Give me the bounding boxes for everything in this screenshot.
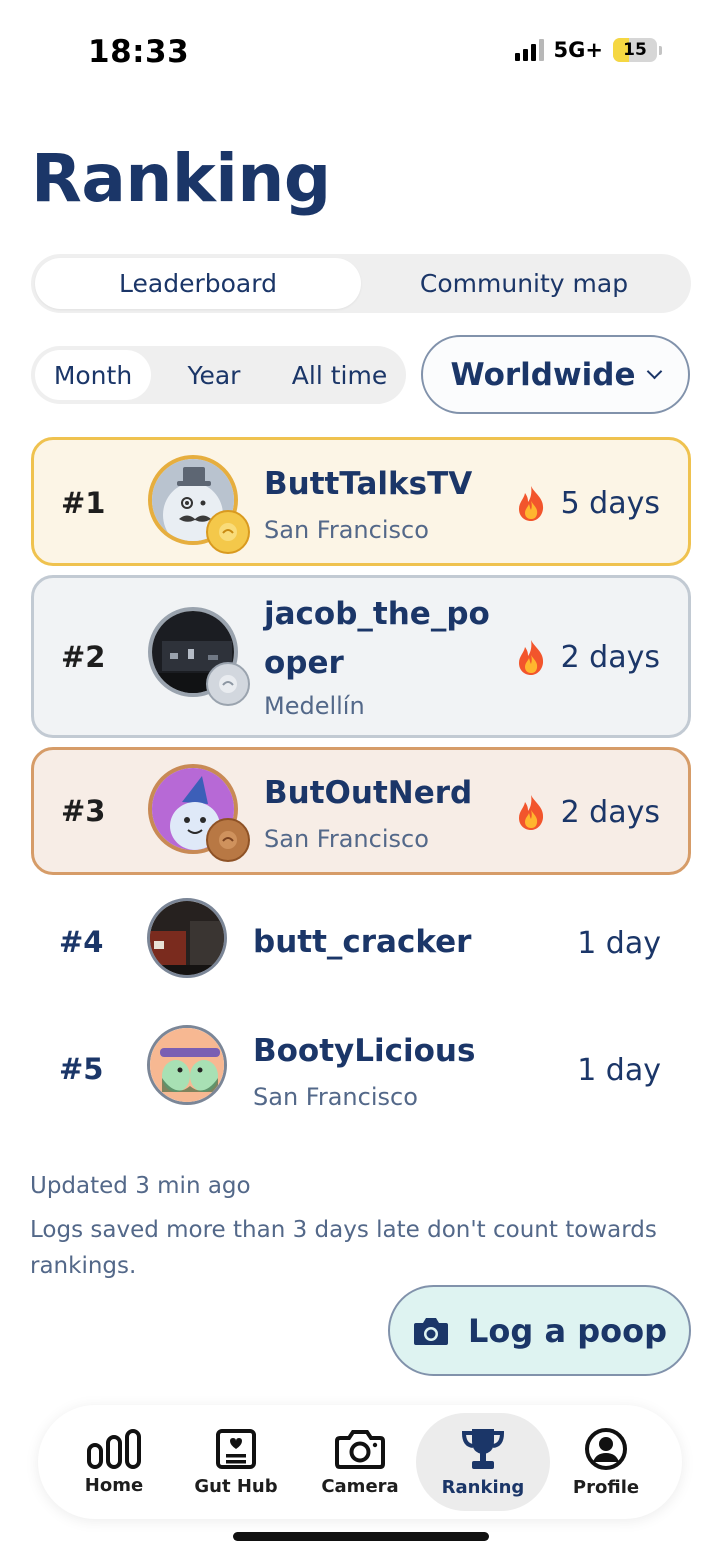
streak-days: 1 day bbox=[577, 926, 661, 961]
leaderboard-row-4[interactable]: #4 butt_cracker 1 day bbox=[31, 893, 691, 993]
avatar[interactable] bbox=[147, 1025, 227, 1105]
leaderboard-row-2[interactable]: #2 jacob_the_po oper Medellín 2 days bbox=[31, 575, 691, 738]
username-line-1[interactable]: jacob_the_po bbox=[264, 592, 490, 636]
tab-home[interactable]: Home bbox=[50, 1405, 178, 1519]
chevron-down-icon bbox=[647, 363, 663, 380]
updated-timestamp: Updated 3 min ago bbox=[30, 1173, 251, 1199]
tab-label: Ranking bbox=[441, 1476, 525, 1498]
view-segmented-control: Leaderboard Community map bbox=[31, 254, 691, 313]
tab-gut-hub[interactable]: Gut Hub bbox=[172, 1405, 300, 1519]
tab-label: Home bbox=[84, 1474, 144, 1496]
home-indicator bbox=[233, 1532, 489, 1541]
fire-icon bbox=[518, 640, 543, 675]
tab-label: Camera bbox=[321, 1475, 399, 1497]
status-bar: 18:33 5G+ 15 bbox=[0, 0, 720, 100]
user-city: San Francisco bbox=[253, 1083, 418, 1111]
bronze-medal-icon bbox=[206, 818, 250, 862]
user-city: San Francisco bbox=[264, 516, 429, 544]
tab-leaderboard[interactable]: Leaderboard bbox=[35, 258, 361, 309]
user-city: Medellín bbox=[264, 692, 365, 720]
streak-days: 1 day bbox=[577, 1053, 661, 1088]
leaderboard-row-5[interactable]: #5 BootyLicious San Francisco 1 day bbox=[31, 1020, 691, 1120]
tab-label: Profile bbox=[572, 1476, 640, 1498]
rank-number: #3 bbox=[61, 794, 106, 828]
tab-profile[interactable]: Profile bbox=[542, 1405, 670, 1519]
tab-ranking[interactable]: Ranking bbox=[416, 1413, 550, 1511]
username-line-2[interactable]: oper bbox=[264, 641, 344, 685]
rank-number: #2 bbox=[61, 640, 106, 674]
rank-number: #5 bbox=[59, 1052, 104, 1086]
profile-icon bbox=[585, 1427, 627, 1470]
tab-community-map[interactable]: Community map bbox=[361, 258, 687, 309]
streak-days: 5 days bbox=[560, 485, 660, 521]
camera-icon bbox=[414, 1317, 449, 1345]
avatar[interactable] bbox=[147, 898, 227, 978]
bottom-tab-bar: Home Gut Hub Camera Ranking Profile bbox=[38, 1405, 682, 1519]
trophy-icon bbox=[461, 1428, 505, 1469]
period-all-time[interactable]: All time bbox=[277, 350, 402, 400]
period-month[interactable]: Month bbox=[35, 350, 151, 400]
gold-medal-icon bbox=[206, 510, 250, 554]
home-chart-icon bbox=[87, 1428, 141, 1469]
rank-number: #1 bbox=[61, 486, 106, 520]
streak: 2 days bbox=[515, 638, 660, 676]
ranking-note-line-1: Logs saved more than 3 days late don't c… bbox=[30, 1217, 657, 1243]
region-dropdown[interactable]: Worldwide bbox=[421, 335, 690, 414]
period-segmented-control: Month Year All time bbox=[31, 346, 406, 404]
log-a-poop-label: Log a poop bbox=[468, 1311, 667, 1350]
gut-hub-icon bbox=[216, 1428, 256, 1469]
username[interactable]: BootyLicious bbox=[253, 1029, 475, 1073]
rank-number: #4 bbox=[59, 925, 104, 959]
fire-icon bbox=[518, 486, 543, 521]
battery-icon: 15 bbox=[613, 38, 662, 62]
silver-medal-icon bbox=[206, 662, 250, 706]
network-type: 5G+ bbox=[553, 38, 603, 62]
status-time: 18:33 bbox=[88, 34, 190, 70]
streak-days: 2 days bbox=[560, 794, 660, 830]
log-a-poop-button[interactable]: Log a poop bbox=[388, 1285, 691, 1376]
leaderboard-row-1[interactable]: #1 ButtTalksTV San Francisco 5 days bbox=[31, 437, 691, 566]
battery-level: 15 bbox=[623, 40, 647, 60]
status-indicators: 5G+ 15 bbox=[514, 38, 662, 62]
username[interactable]: ButOutNerd bbox=[264, 771, 472, 815]
username[interactable]: ButtTalksTV bbox=[264, 462, 472, 506]
streak-days: 2 days bbox=[560, 639, 660, 675]
signal-icon bbox=[514, 39, 544, 61]
period-year[interactable]: Year bbox=[151, 350, 277, 400]
ranking-note-line-2: rankings. bbox=[30, 1253, 137, 1279]
camera-icon bbox=[335, 1429, 385, 1469]
leaderboard-row-3[interactable]: #3 ButOutNerd San Francisco 2 days bbox=[31, 747, 691, 875]
streak: 2 days bbox=[515, 793, 660, 831]
page-title: Ranking bbox=[31, 140, 331, 217]
tab-label: Gut Hub bbox=[194, 1475, 278, 1497]
fire-icon bbox=[518, 795, 543, 830]
user-city: San Francisco bbox=[264, 825, 429, 853]
streak: 5 days bbox=[515, 484, 660, 522]
region-label: Worldwide bbox=[450, 356, 636, 393]
username[interactable]: butt_cracker bbox=[253, 920, 471, 964]
tab-camera[interactable]: Camera bbox=[296, 1405, 424, 1519]
